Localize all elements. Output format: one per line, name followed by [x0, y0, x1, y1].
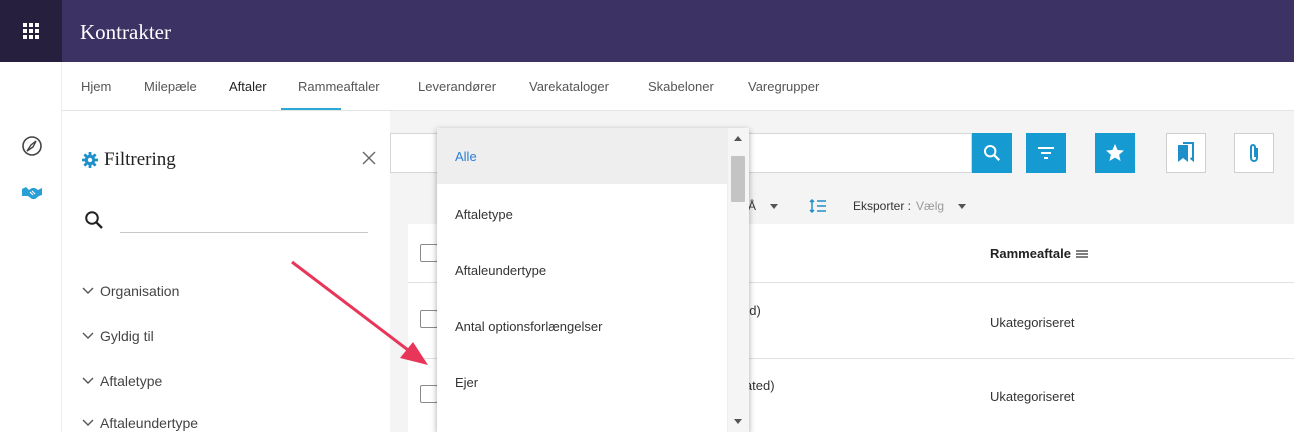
facet-label: Gyldig til	[100, 328, 154, 344]
sort-label: Å	[748, 199, 757, 213]
scrollbar-thumb[interactable]	[731, 156, 745, 202]
search-icon	[85, 211, 103, 229]
sort-control[interactable]: Å	[748, 199, 779, 213]
table-cell-rammeaftale: Ukategoriseret	[990, 315, 1075, 330]
facet-label: Aftaleundertype	[100, 415, 199, 431]
row-checkbox[interactable]	[420, 385, 438, 403]
caret-down-icon	[958, 203, 967, 209]
compass-icon[interactable]	[21, 135, 43, 157]
tab-rammeaftaler[interactable]: Rammeaftaler	[298, 79, 380, 94]
facet-label: Aftaletype	[100, 373, 163, 389]
dropdown-scrollbar[interactable]	[727, 128, 749, 432]
close-icon[interactable]	[362, 151, 376, 165]
facet-gyldig-til[interactable]: Gyldig til	[82, 328, 154, 344]
tab-skabeloner[interactable]: Skabeloner	[648, 79, 714, 94]
filter-panel: Filtrering Organisation Gyldig til Aftal…	[62, 111, 390, 432]
gear-icon	[82, 152, 98, 168]
attachments-button[interactable]	[1234, 133, 1274, 173]
sub-navigation: Hjem Milepæle Aftaler Rammeaftaler Lever…	[62, 62, 1294, 111]
chevron-down-icon	[82, 377, 94, 384]
tab-varekataloger[interactable]: Varekataloger	[529, 79, 609, 94]
app-launcher-button[interactable]	[0, 0, 62, 62]
scroll-up-icon[interactable]	[734, 136, 742, 141]
facet-aftaletype[interactable]: Aftaletype	[82, 373, 162, 389]
star-icon	[1106, 144, 1124, 161]
header-bar: Kontrakter	[62, 0, 1294, 62]
export-select-value: Vælg	[916, 199, 945, 213]
export-control[interactable]: Eksporter : Vælg	[853, 199, 967, 213]
handshake-icon[interactable]	[21, 182, 43, 204]
filter-toggle-button[interactable]	[1026, 133, 1066, 173]
grid-icon	[23, 23, 39, 39]
column-select-dropdown[interactable]: Alle Aftaletype Aftaleundertype Antal op…	[437, 128, 749, 432]
row-checkbox[interactable]	[420, 310, 438, 328]
chevron-down-icon	[82, 419, 94, 426]
chevron-down-icon	[82, 287, 94, 294]
line-height-icon	[809, 199, 826, 213]
column-header-rammeaftale[interactable]: Rammeaftale	[990, 246, 1088, 261]
dropdown-option-ejer[interactable]: Ejer	[437, 354, 727, 410]
dropdown-option-alle[interactable]: Alle	[437, 128, 727, 184]
active-tab-indicator	[281, 108, 341, 110]
tab-hjem[interactable]: Hjem	[81, 79, 111, 94]
filter-icon	[1038, 147, 1054, 159]
table-cell-rammeaftale: Ukategoriseret	[990, 389, 1075, 404]
chevron-down-icon	[82, 332, 94, 339]
tab-aftaler[interactable]: Aftaler	[229, 79, 267, 94]
export-label: Eksporter :	[853, 199, 912, 213]
favorites-button[interactable]	[1095, 133, 1135, 173]
menu-icon[interactable]	[1075, 249, 1088, 259]
tab-varegrupper[interactable]: Varegrupper	[748, 79, 819, 94]
dropdown-option-aftaleundertype[interactable]: Aftaleundertype	[437, 242, 727, 298]
search-icon	[983, 144, 1001, 162]
column-header-label: Rammeaftale	[990, 246, 1071, 261]
app-title: Kontrakter	[80, 20, 171, 44]
dropdown-option-antal-optionsforlaengelser[interactable]: Antal optionsforlængelser	[437, 298, 727, 354]
paperclip-icon	[1250, 144, 1258, 162]
left-rail	[0, 62, 62, 432]
filter-header: Filtrering	[82, 149, 176, 171]
scroll-down-icon[interactable]	[734, 419, 742, 424]
search-button[interactable]	[972, 133, 1012, 173]
filter-search-input[interactable]	[120, 205, 368, 233]
bookmark-icon	[1178, 142, 1194, 163]
facet-organisation[interactable]: Organisation	[82, 283, 179, 299]
tab-milepaele[interactable]: Milepæle	[144, 79, 197, 94]
bookmarks-button[interactable]	[1166, 133, 1206, 173]
select-all-checkbox[interactable]	[420, 244, 438, 262]
tab-leverandorer[interactable]: Leverandører	[418, 79, 496, 94]
dropdown-option-aftaletype[interactable]: Aftaletype	[437, 186, 727, 242]
facet-aftaleundertype[interactable]: Aftaleundertype	[82, 415, 198, 431]
facet-label: Organisation	[100, 283, 180, 299]
filter-title: Filtrering	[104, 149, 176, 170]
row-density-button[interactable]	[809, 199, 827, 213]
caret-down-icon	[770, 203, 779, 209]
